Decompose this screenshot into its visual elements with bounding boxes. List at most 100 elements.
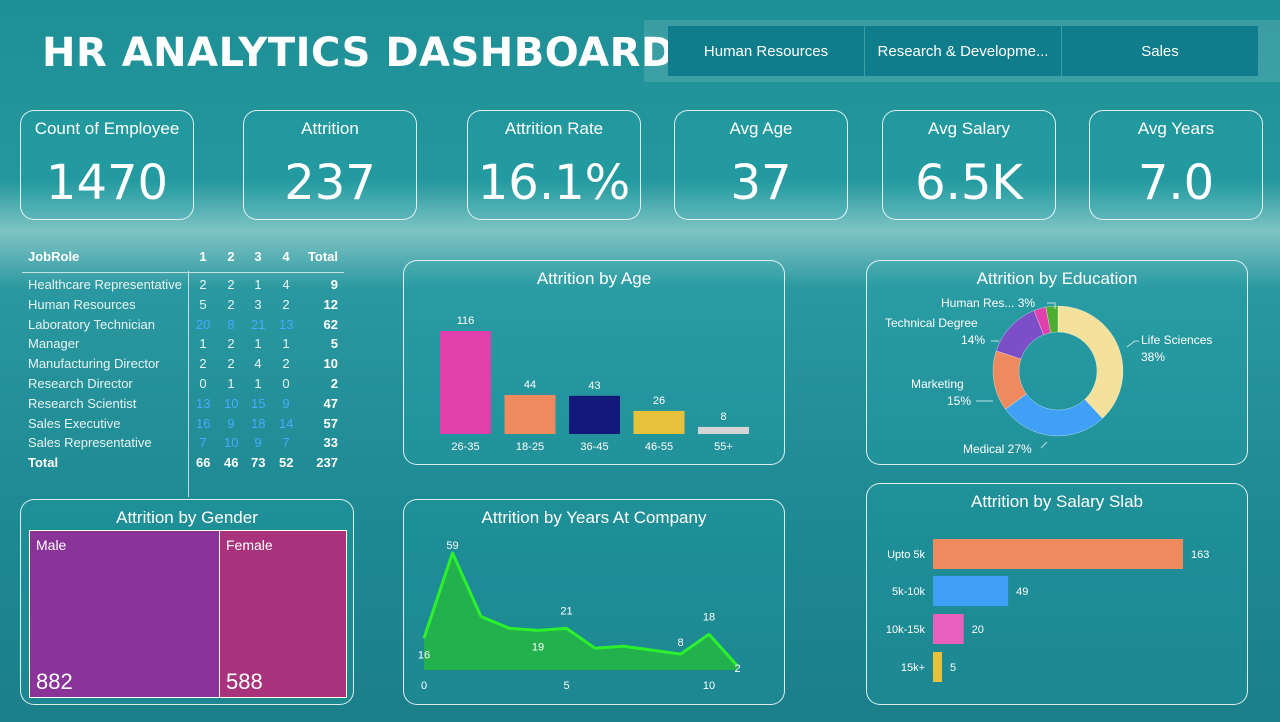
treemap-female[interactable]: Female 588: [219, 530, 347, 698]
leader-line: [1126, 340, 1139, 348]
matrix-cell: 10: [224, 435, 239, 451]
table-row[interactable]: Manufacturing Director 2 2 4 2 10: [22, 354, 344, 374]
slice-label: 14%: [961, 333, 985, 347]
slice-label: Human Res... 3%: [941, 296, 1035, 310]
data-label: 8: [677, 637, 683, 649]
matrix-header-col[interactable]: 1: [196, 249, 210, 264]
attrition-by-years-panel: Attrition by Years At Company 16 59 19 21 8 1…: [403, 499, 785, 705]
matrix-row-total: 9: [330, 277, 338, 292]
data-label: 5: [950, 662, 956, 674]
matrix-cell: 2: [227, 356, 235, 372]
matrix-row-label: Research Director: [28, 376, 133, 391]
matrix-cell: 66: [196, 455, 211, 471]
matrix-cell: 7: [199, 435, 207, 451]
matrix-row-total: 62: [323, 316, 338, 332]
matrix-cell: 15: [251, 395, 266, 411]
matrix-cell: 2: [227, 277, 235, 292]
table-row[interactable]: Research Scientist 13 10 15 9 47: [22, 394, 344, 414]
bar-46-55[interactable]: [633, 410, 685, 434]
matrix-row-label: Laboratory Technician: [28, 316, 155, 332]
tick-label: 55+: [714, 441, 733, 453]
matrix-header-col[interactable]: 3: [251, 249, 265, 264]
treemap-label: Female: [226, 537, 273, 553]
slice-label: Life Sciences: [1141, 333, 1212, 347]
bar-26-35[interactable]: [440, 331, 491, 434]
bar-10k-15k[interactable]: [933, 614, 964, 644]
matrix-cell: 4: [282, 277, 290, 292]
matrix-row-label: Sales Executive: [28, 415, 121, 431]
matrix-header-col[interactable]: 2: [224, 249, 238, 264]
slicer-option-human-resources[interactable]: Human Resources: [668, 26, 864, 76]
slice-label: 15%: [947, 394, 971, 408]
kpi-attrition-rate: Attrition Rate 16.1%: [467, 110, 641, 220]
table-row[interactable]: Laboratory Technician 20 8 21 13 62: [22, 315, 344, 335]
kpi-count-of-employee: Count of Employee 1470: [20, 110, 194, 220]
matrix-cell: 9: [282, 395, 290, 411]
kpi-value: 7.0: [1137, 155, 1215, 211]
data-label: 2: [734, 663, 740, 675]
matrix-cell: 9: [227, 415, 235, 431]
tick-label: 18-25: [516, 441, 544, 453]
matrix-row-total: 10: [323, 356, 338, 372]
attrition-by-education-panel: Attrition by Education Life Sciences 38% M…: [866, 260, 1248, 465]
bar-Upto 5k[interactable]: [933, 539, 1183, 569]
matrix-cell: 2: [199, 356, 207, 372]
matrix-header-jobrole[interactable]: JobRole: [28, 249, 79, 264]
matrix-row-total: 237: [316, 455, 338, 471]
matrix-row-label: Sales Representative: [28, 435, 152, 451]
bar-18-25[interactable]: [504, 394, 556, 434]
attrition-by-years-chart: 16 59 19 21 8 18 2 0 5 10: [418, 540, 741, 692]
data-label: 116: [457, 315, 475, 327]
matrix-cell: 1: [199, 336, 207, 352]
matrix-cell: 46: [224, 455, 239, 471]
table-row[interactable]: Sales Executive 16 9 18 14 57: [22, 414, 344, 434]
table-row[interactable]: Manager 1 2 1 1 5: [22, 334, 344, 354]
matrix-cell: 2: [227, 336, 235, 352]
table-row[interactable]: Human Resources 5 2 3 2 12: [22, 295, 344, 315]
slicer-option-sales[interactable]: Sales: [1062, 26, 1258, 76]
slicer-option-research-development[interactable]: Research & Developme...: [865, 26, 1061, 76]
treemap-male[interactable]: Male 882: [29, 530, 220, 698]
matrix-row-label: Manager: [28, 336, 80, 352]
matrix-cell: 73: [251, 455, 266, 471]
matrix-header-col[interactable]: 4: [279, 249, 293, 264]
kpi-label: Avg Years: [1137, 119, 1215, 138]
matrix-row-total: 5: [330, 336, 338, 352]
bar-5k-10k[interactable]: [933, 576, 1009, 606]
slice-label: Marketing: [911, 377, 964, 391]
kpi-value: 37: [730, 155, 792, 211]
bar-36-45[interactable]: [569, 395, 620, 434]
matrix-row-label: Total: [28, 455, 59, 471]
matrix-row-total: 12: [323, 296, 338, 312]
matrix-row-label: Human Resources: [28, 296, 136, 312]
data-label: 163: [1191, 549, 1209, 561]
slice-Technical Degree[interactable]: [995, 310, 1044, 360]
matrix-cell: 9: [254, 435, 262, 451]
matrix-cell: 3: [254, 296, 262, 312]
data-label: 18: [703, 611, 715, 623]
table-row[interactable]: Research Director 0 1 1 0 2: [22, 374, 344, 394]
attrition-by-gender-panel: Attrition by Gender Male 882 Female 588: [20, 499, 354, 705]
bar-15k+[interactable]: [933, 652, 942, 682]
kpi-attrition: Attrition 237: [243, 110, 417, 220]
tick-label: Upto 5k: [887, 549, 925, 561]
bar-55+[interactable]: [698, 426, 749, 434]
table-row[interactable]: Healthcare Representative 2 2 1 4 9: [22, 275, 344, 295]
tick-label: 26-35: [451, 441, 479, 453]
matrix-cell: 4: [254, 356, 262, 372]
matrix-cell: 13: [196, 395, 211, 411]
kpi-avg-age: Avg Age 37: [674, 110, 848, 220]
slice-label: Medical 27%: [963, 442, 1032, 456]
matrix-total-row[interactable]: Total 66 46 73 52 237: [22, 453, 344, 473]
matrix-cell: 52: [279, 455, 294, 471]
matrix-cell: 1: [282, 336, 290, 352]
slice-Life Sciences[interactable]: [1057, 305, 1124, 419]
matrix-cell: 1: [254, 336, 262, 352]
matrix-cell: 2: [199, 277, 207, 292]
matrix-cell: 1: [254, 376, 262, 391]
table-row[interactable]: Sales Representative 7 10 9 7 33: [22, 433, 344, 453]
matrix-cell: 16: [196, 415, 211, 431]
data-label: 20: [972, 624, 984, 636]
matrix-header-total[interactable]: Total: [302, 249, 338, 264]
data-label: 16: [418, 649, 430, 661]
